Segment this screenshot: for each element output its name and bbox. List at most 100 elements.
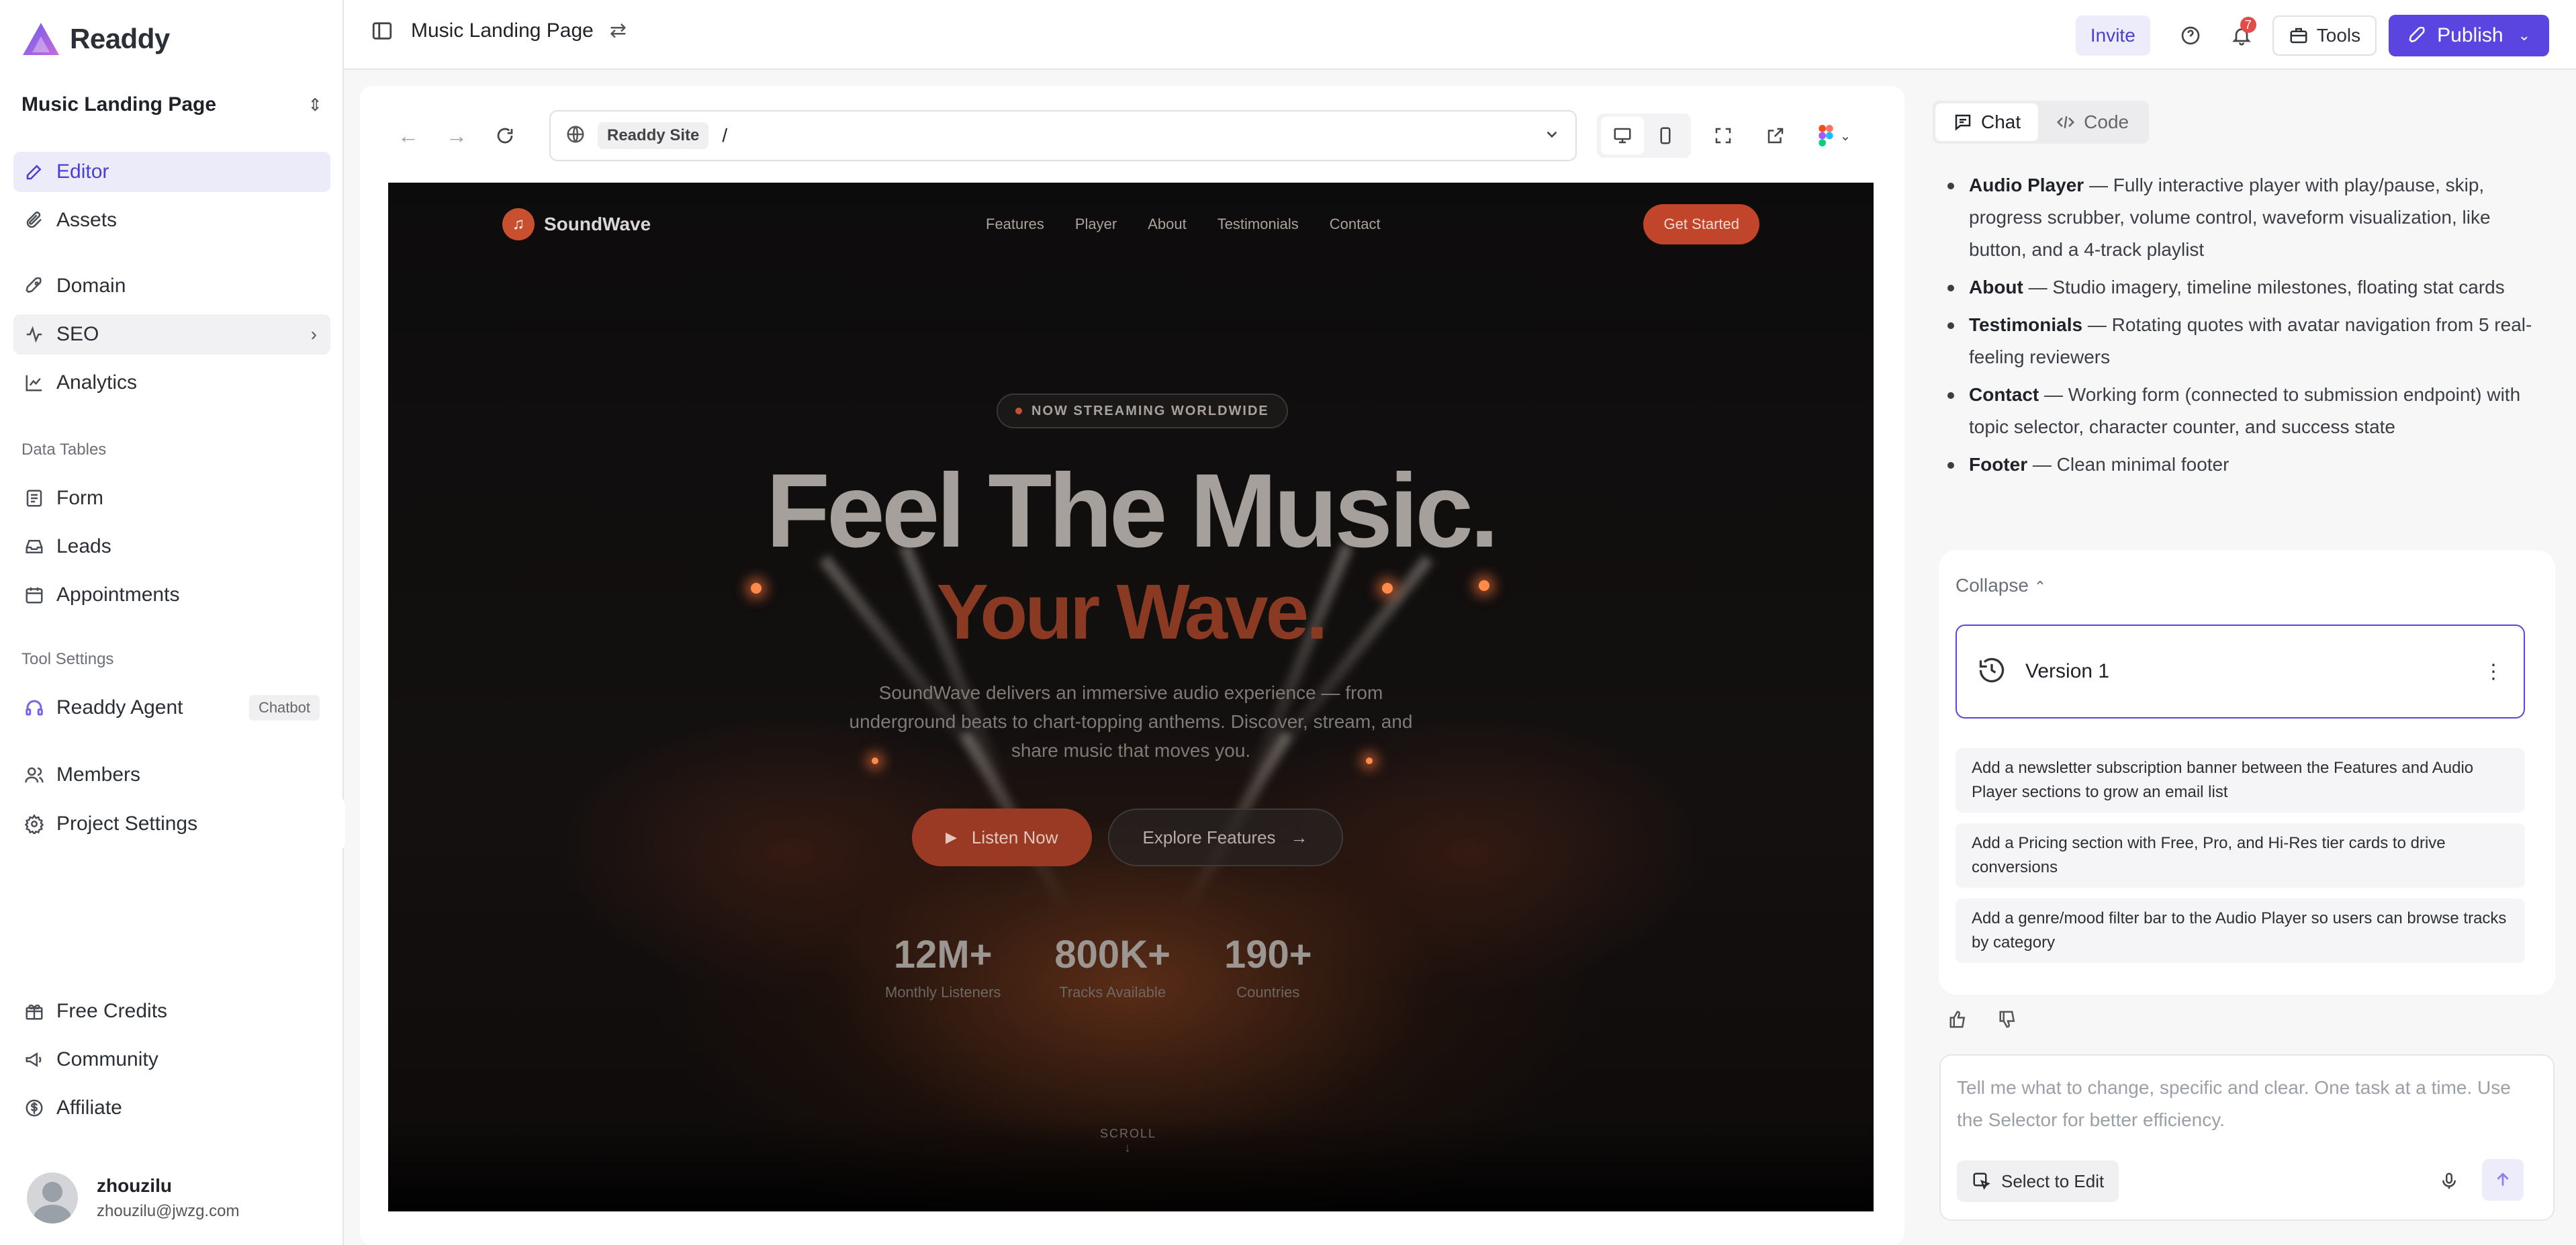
sidebar-item-members[interactable]: Members [13,755,330,795]
streaming-badge-label: NOW STREAMING WORLDWIDE [1031,403,1269,418]
sidebar-item-editor[interactable]: Editor [13,152,330,192]
collapse-label: Collapse [1956,575,2029,596]
sidebar-item-analytics[interactable]: Analytics [13,363,330,403]
app-name: Readdy [70,23,170,54]
preview-nav-features[interactable]: Features [986,216,1044,233]
forward-icon[interactable]: → [438,117,475,154]
chevron-down-icon: ⌄ [2518,27,2530,44]
user-email: zhouzilu@jwzg.com [97,1202,240,1220]
figma-icon[interactable]: ⌄ [1808,116,1861,156]
collapse-button[interactable]: Collapse ⌃ [1956,575,2046,596]
mobile-icon[interactable] [1644,117,1687,154]
feature-text: — Studio imagery, timeline milestones, f… [2023,277,2505,297]
suggestion-item[interactable]: Add a newsletter subscription banner bet… [1956,748,2525,813]
tab-code[interactable]: Code [2038,103,2146,141]
preview-nav-contact[interactable]: Contact [1330,216,1381,233]
microphone-icon[interactable] [2428,1160,2470,1202]
explore-features-button[interactable]: Explore Features → [1107,809,1343,866]
reload-icon[interactable] [486,117,524,154]
sidebar-item-domain[interactable]: Domain [13,266,330,306]
sidebar-item-seo[interactable]: SEO › [13,314,330,355]
chat-bubble-icon [1955,114,1971,131]
listen-now-button[interactable]: ▶ Listen Now [912,809,1092,866]
hero-headline: Feel The Music. [766,453,1500,569]
preview-nav-player[interactable]: Player [1075,216,1117,233]
top-bar: Music Landing Page ⇄ Invite 7 Tools Publ… [344,0,2576,70]
version-card[interactable]: Version 1 ⋮ [1956,625,2525,719]
preview-nav-about[interactable]: About [1148,216,1187,233]
site-preview[interactable]: ♫ SoundWave Features Player About Testim… [388,183,1874,1211]
scroll-indicator[interactable]: SCROLL ↓ [1100,1127,1156,1155]
invite-button[interactable]: Invite [2075,15,2150,56]
sidebar-item-project-settings[interactable]: Project Settings [3,792,344,856]
gift-icon [23,1000,46,1023]
sidebar-item-free-credits[interactable]: Free Credits [13,991,330,1031]
thumbs-up-icon[interactable] [1939,1001,1977,1038]
stat-value: 12M+ [893,933,993,976]
sidebar-toggle-icon[interactable] [371,19,394,42]
tab-label: Chat [1981,111,2021,132]
sidebar-item-assets[interactable]: Assets [13,200,330,240]
external-link-icon[interactable] [1755,116,1796,156]
chat-input[interactable]: Tell me what to change, specific and cle… [1939,1054,2555,1221]
tab-label: Code [2084,111,2129,132]
history-icon [1977,655,2007,688]
preview-logo[interactable]: ♫ SoundWave [502,208,651,240]
sidebar-item-label: SEO [56,323,99,345]
editor-icon [23,160,46,183]
chevron-double-up-icon: ⌃ [2033,578,2047,595]
sidebar-item-label: Leads [56,535,111,557]
stat-item: 800K+ Tracks Available [1054,932,1170,1001]
arrow-down-icon: ↓ [1124,1141,1132,1154]
feature-text: — Working form (connected to submission … [1969,384,2521,437]
url-bar[interactable]: Readdy Site / [549,110,1577,161]
inbox-icon [23,535,46,558]
sidebar-item-community[interactable]: Community [13,1040,330,1080]
rocket-icon [2409,26,2425,43]
sidebar-item-label: Analytics [56,371,138,394]
tab-chat[interactable]: Chat [1935,103,2039,141]
app-logo[interactable]: Readdy [21,19,170,59]
code-icon [2057,116,2075,128]
more-vertical-icon[interactable]: ⋮ [2483,660,2503,684]
select-to-edit-button[interactable]: Select to Edit [1957,1160,2119,1202]
fullscreen-icon[interactable] [1703,116,1743,156]
sidebar-item-appointments[interactable]: Appointments [13,575,330,615]
sidebar-item-readdy-agent[interactable]: Readdy Agent Chatbot [13,688,330,728]
back-icon[interactable]: ← [389,117,427,154]
sidebar-item-affiliate[interactable]: Affiliate [13,1088,330,1128]
get-started-button[interactable]: Get Started [1643,204,1759,244]
sidebar-item-label: Community [56,1048,158,1070]
tools-button[interactable]: Tools [2272,15,2377,56]
publish-button[interactable]: Publish ⌄ [2389,15,2549,56]
chevron-updown-icon: ⇕ [308,94,322,115]
help-icon[interactable] [2170,15,2211,56]
calendar-icon [23,584,46,606]
project-selector[interactable]: Music Landing Page ⇕ [21,86,322,124]
form-icon [23,487,46,510]
users-icon [23,764,46,786]
seo-icon [23,323,46,346]
desktop-icon[interactable] [1601,117,1644,154]
preview-nav-testimonials[interactable]: Testimonials [1217,216,1299,233]
feature-title: Footer [1969,454,2028,475]
list-item: Contact — Working form (connected to sub… [1947,379,2546,443]
notification-bell-icon[interactable]: 7 [2221,15,2262,56]
suggestion-item[interactable]: Add a Pricing section with Free, Pro, an… [1956,823,2525,888]
play-icon: ▶ [946,829,957,845]
feature-title: About [1969,277,2023,297]
chevron-down-icon[interactable] [1543,126,1561,146]
sidebar-item-leads[interactable]: Leads [13,526,330,567]
thumbs-down-icon[interactable] [1989,1001,2027,1038]
user-profile[interactable]: zhouzilu zhouzilu@jwzg.com [27,1172,239,1224]
sidebar-item-label: Appointments [56,584,180,606]
chevron-down-icon: ⌄ [1839,128,1851,144]
suggestion-item[interactable]: Add a genre/mood filter bar to the Audio… [1956,898,2525,963]
send-arrow-icon[interactable] [2482,1159,2524,1201]
publish-label: Publish [2437,24,2503,46]
switch-project-icon[interactable]: ⇄ [610,19,627,42]
hero-stats: 12M+ Monthly Listeners 800K+ Tracks Avai… [885,932,1366,1001]
sidebar-item-form[interactable]: Form [13,478,330,518]
list-item: About — Studio imagery, timeline milesto… [1947,271,2546,304]
dollar-icon [23,1097,46,1119]
